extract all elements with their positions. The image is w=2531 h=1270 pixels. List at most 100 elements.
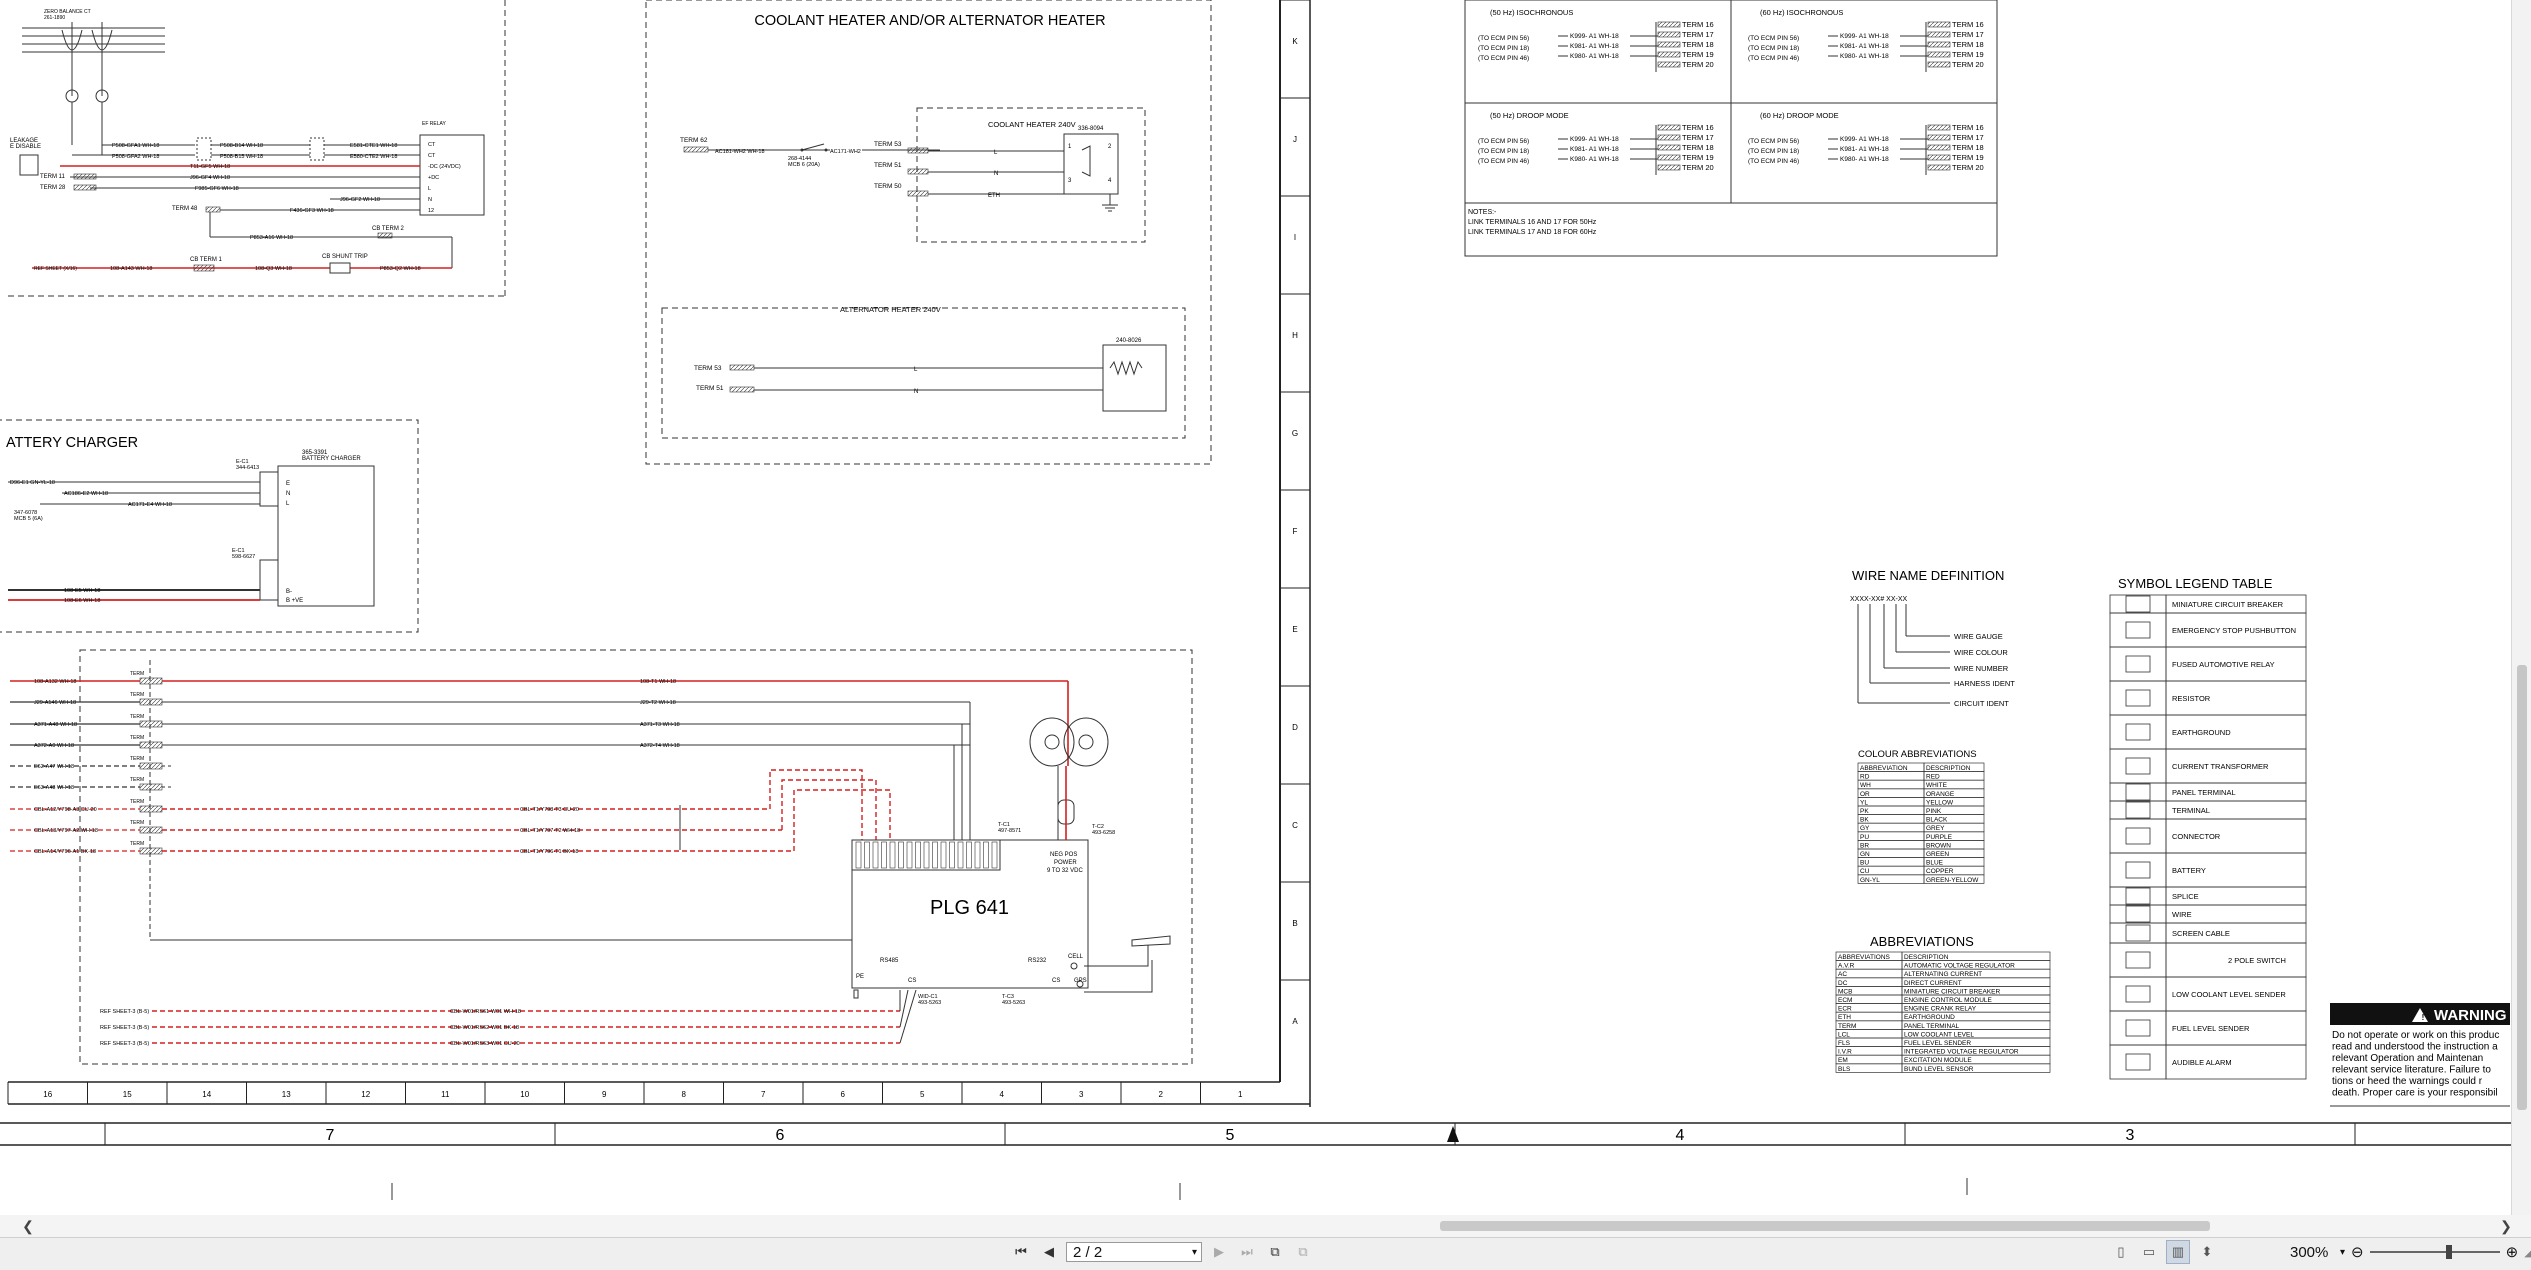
abbrev-desc: FUEL LEVEL SENDER — [1904, 1040, 1971, 1047]
warning-line: read and understood the instruction a — [2332, 1042, 2498, 1053]
scroll-right-icon[interactable]: ❯ — [2498, 1215, 2514, 1237]
cb-term2-label: CB TERM 2 — [372, 226, 405, 232]
relay-pin-label: -DC (24VDC) — [428, 164, 461, 170]
zoom-slider-knob[interactable] — [2446, 1245, 2453, 1259]
ecm-pin-label: (TO ECM PIN 56) — [1478, 138, 1529, 145]
droop-block-title: (50 Hz) DROOP MODE — [1490, 111, 1569, 120]
legend-symbol-icon — [2125, 801, 2151, 819]
input-wire-label: CBL-A13/Y797-A2 WH-18 — [34, 828, 98, 834]
term-label: TERM 20 — [1952, 60, 1984, 69]
legend-item-label: AUDIBLE ALARM — [2172, 1058, 2232, 1067]
legend-symbol-icon — [2125, 861, 2151, 879]
ef-relay-pins: CT CT -DC (24VDC) +DC LN 12 — [428, 142, 461, 214]
term-label: TERM 17 — [1682, 133, 1714, 142]
colour-desc: RED — [1926, 774, 1940, 781]
abbrev-desc: ALTERNATING CURRENT — [1904, 971, 1982, 978]
ecm-pin-label: (TO ECM PIN 18) — [1478, 148, 1529, 155]
zone-number-10: 10 — [520, 1090, 529, 1099]
copy-page-icon[interactable]: ⧉ — [1292, 1241, 1314, 1263]
insert-page-icon[interactable]: ⧉ — [1264, 1241, 1286, 1263]
legend-item-label: MINIATURE CIRCUIT BREAKER — [2172, 600, 2284, 609]
colour-desc: PURPLE — [1926, 834, 1953, 841]
svg-text:J96-GF2 WH-18: J96-GF2 WH-18 — [340, 197, 380, 203]
horizontal-scrollbar[interactable]: ❮ ❯ — [0, 1215, 2531, 1238]
term53-label: TERM 53 — [874, 141, 902, 148]
svg-text:CS: CS — [1052, 978, 1060, 984]
alt-term53-label: TERM 53 — [694, 365, 722, 372]
page-number-value: 2 / 2 — [1073, 1244, 1103, 1261]
droop-block-title: (60 Hz) ISOCHRONOUS — [1760, 8, 1843, 17]
zoom-out-icon[interactable]: ⊖ — [2351, 1243, 2364, 1261]
last-page-icon[interactable]: ⏭ — [1236, 1241, 1258, 1263]
svg-text:108-E5 WH-18: 108-E5 WH-18 — [64, 588, 100, 594]
ecm-pin-label: (TO ECM PIN 56) — [1478, 35, 1529, 42]
term-block — [139, 847, 163, 855]
first-page-icon[interactable]: ⏮ — [1010, 1241, 1032, 1263]
term-block — [139, 677, 163, 685]
ecm-wire-label: K980- A1 WH-18 — [1840, 156, 1889, 163]
relay-pin-label: +DC — [428, 175, 439, 181]
charger-label: BATTERY CHARGER — [302, 456, 361, 462]
next-page-icon[interactable]: ▶ — [1208, 1241, 1230, 1263]
previous-page-icon[interactable]: ◀ — [1038, 1241, 1060, 1263]
abbrev-code: ETH — [1838, 1014, 1851, 1021]
chevron-down-icon[interactable]: ▾ — [1192, 1243, 1197, 1263]
coolant-section-border — [645, 0, 1212, 465]
abbrev-code: TERM — [1838, 1023, 1856, 1030]
svg-text:108-A143 WH-18: 108-A143 WH-18 — [110, 266, 153, 272]
zoom-slider[interactable] — [2369, 1245, 2500, 1259]
svg-text:108-E6 WH-18: 108-E6 WH-18 — [64, 598, 100, 604]
wire-name-definition: WIRE NAME DEFINITION XXXX-XX# XX-XX WIRE… — [1850, 568, 2015, 708]
ecm-pin-label: (TO ECM PIN 46) — [1478, 55, 1529, 62]
abbreviations-table: ABBREVIATIONS DESCRIPTION A.V.R AUTOMATIC V… — [1835, 951, 2051, 1073]
ecm-pin-label: (TO ECM PIN 18) — [1748, 45, 1799, 52]
plg-wire-label: CBL-T1/Y796-T1 BK-18 — [520, 849, 578, 855]
ecm-pin-label: (TO ECM PIN 46) — [1478, 158, 1529, 165]
book-view-icon[interactable]: ▥ — [2166, 1240, 2190, 1264]
plg-wire-label: J29-T2 WH-18 — [640, 700, 676, 706]
note-2: LINK TERMINALS 17 AND 18 FOR 60Hz — [1468, 229, 1597, 236]
svg-text:J96-GF4 WH-18: J96-GF4 WH-18 — [190, 175, 230, 181]
term-label: TERM 18 — [1682, 40, 1714, 49]
vertical-scrollbar[interactable] — [2511, 0, 2531, 1215]
term-block — [139, 805, 163, 813]
symbol-legend-table: MINIATURE CIRCUIT BREAKER EMERGENCY STOP … — [2109, 594, 2307, 1080]
legend-symbol-icon — [2125, 621, 2151, 639]
coolant-part: 336-8094 — [1078, 126, 1104, 132]
abbrev-desc: DESCRIPTION — [1904, 954, 1949, 961]
page-number-field[interactable]: 2 / 2 ▾ — [1066, 1242, 1202, 1262]
svg-text:P508-GFA2 WH-18: P508-GFA2 WH-18 — [112, 154, 159, 160]
legend-item-label: SCREEN CABLE — [2172, 929, 2230, 938]
wire-name-format: XXXX-XX# XX-XX — [1850, 596, 1908, 603]
zone-number-7: 7 — [761, 1090, 766, 1099]
svg-text:POWER: POWER — [1054, 860, 1077, 866]
zone-letter-G: G — [1292, 429, 1298, 438]
input-wire-label: E62-A47 WH-18 — [34, 764, 74, 770]
vertical-scroll-thumb[interactable] — [2517, 665, 2527, 1110]
plg-wire-label: CBL-T1/Y797-T2 WH-18 — [520, 828, 580, 834]
input-wire-label: 108-A132 WH-18 — [34, 679, 77, 685]
relay-pin-label: CT — [428, 153, 436, 159]
colour-abbrev: RD — [1860, 774, 1870, 781]
svg-text:P853-Q2 WH-18: P853-Q2 WH-18 — [380, 266, 421, 272]
zoom-in-icon[interactable]: ⊕ — [2506, 1243, 2519, 1261]
colour-abbrev: BU — [1860, 860, 1869, 867]
colour-abbrev: OR — [1860, 791, 1870, 798]
colour-abbrev: GY — [1860, 825, 1870, 832]
continuous-view-icon[interactable]: ▭ — [2138, 1241, 2160, 1263]
horizontal-scroll-thumb[interactable] — [1440, 1221, 2210, 1231]
wire-name-item: WIRE GAUGE — [1954, 632, 2003, 641]
scroll-left-icon[interactable]: ❮ — [20, 1215, 36, 1237]
alt-box-label: ALTERNATOR HEATER 240V — [840, 305, 941, 314]
colour-desc: GREY — [1926, 825, 1945, 832]
zoom-dropdown-icon[interactable]: ▾ — [2340, 1247, 2345, 1258]
legend-symbol-icon — [2125, 827, 2151, 845]
legend-symbol-icon — [2125, 924, 2151, 942]
warning-box: ! WARNING Do not operate or work on this… — [2330, 1003, 2510, 1107]
ecm-wire-label: K999- A1 WH-18 — [1840, 33, 1889, 40]
abbrev-desc: EARTHGROUND — [1904, 1014, 1955, 1021]
plg-wire-label: CBL-T1/Y798-T3 CU-20 — [520, 807, 579, 813]
fit-page-icon[interactable]: ⬍ — [2196, 1241, 2218, 1263]
single-page-view-icon[interactable]: ▯ — [2110, 1241, 2132, 1263]
abbrev-code: BLS — [1838, 1066, 1851, 1073]
